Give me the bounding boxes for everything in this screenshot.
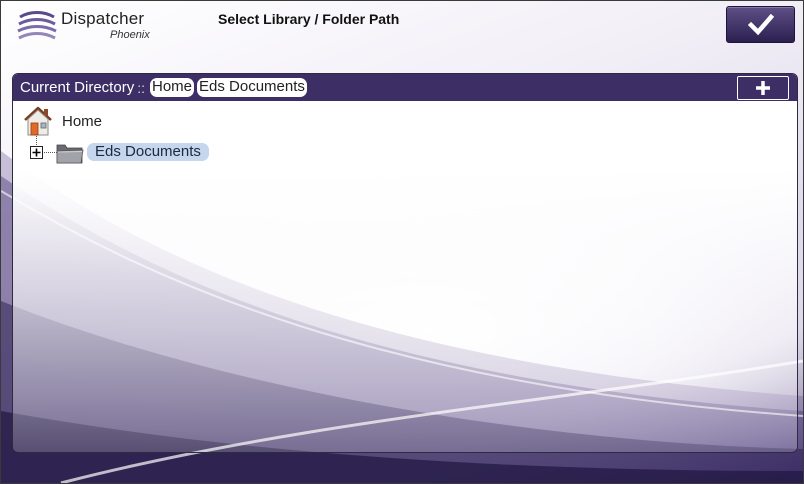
confirm-button[interactable] bbox=[726, 6, 795, 43]
folder-browser-panel: Current Directory :: Home Eds Documents … bbox=[12, 73, 798, 453]
directory-separator: :: bbox=[137, 79, 145, 96]
app-window: Dispatcher Phoenix Select Library / Fold… bbox=[0, 0, 804, 484]
tree-item-home[interactable]: Home bbox=[22, 104, 102, 138]
expand-toggle[interactable] bbox=[30, 146, 43, 159]
add-folder-button[interactable] bbox=[737, 76, 789, 100]
page-title: Select Library / Folder Path bbox=[218, 11, 400, 27]
current-directory-label: Current Directory bbox=[20, 79, 135, 96]
app-logo: Dispatcher Phoenix bbox=[16, 9, 166, 45]
folder-icon[interactable] bbox=[56, 141, 84, 165]
app-edition: Phoenix bbox=[110, 29, 150, 41]
expand-plus-icon bbox=[32, 148, 41, 157]
breadcrumb-home[interactable]: Home bbox=[149, 78, 194, 97]
breadcrumb-eds-documents[interactable]: Eds Documents bbox=[197, 78, 307, 97]
home-icon bbox=[24, 106, 52, 136]
tree-item-label: Home bbox=[62, 112, 103, 130]
plus-icon bbox=[756, 81, 770, 95]
current-directory-bar: Current Directory :: Home Eds Documents bbox=[13, 74, 797, 101]
checkmark-icon bbox=[747, 13, 774, 35]
dispatcher-logo-icon bbox=[17, 11, 57, 40]
app-name: Dispatcher bbox=[61, 9, 145, 28]
tree-item-eds-documents[interactable]: Eds Documents bbox=[87, 143, 209, 161]
